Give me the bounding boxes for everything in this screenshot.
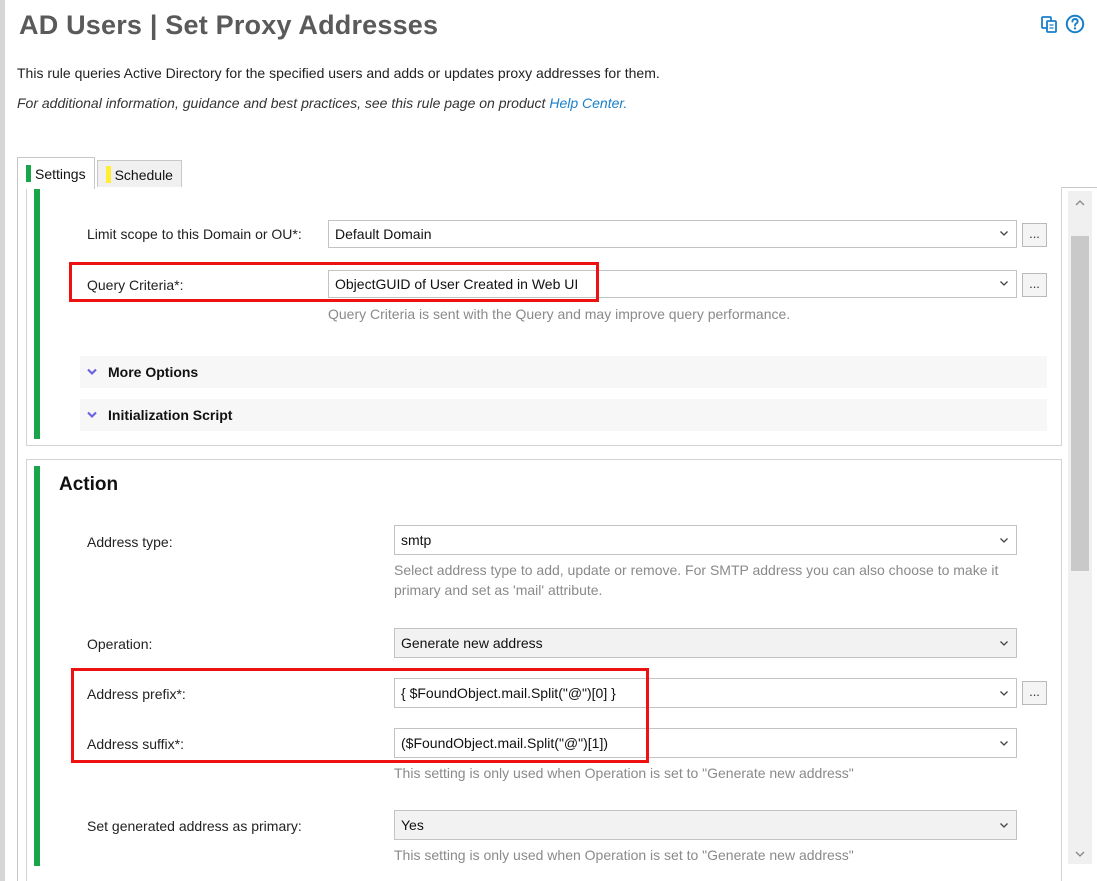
query-criteria-browse-button[interactable]: ... (1022, 273, 1047, 297)
scroll-down-icon[interactable] (1068, 844, 1092, 864)
address-type-label: Address type: (87, 534, 173, 550)
scroll-up-icon[interactable] (1068, 193, 1092, 213)
set-primary-hint: This setting is only used when Operation… (394, 847, 854, 863)
address-suffix-select[interactable]: ($FoundObject.mail.Split("@")[1]) (394, 728, 1017, 758)
limit-scope-select[interactable]: Default Domain (328, 220, 1017, 248)
rule-description: This rule queries Active Directory for t… (17, 65, 660, 81)
query-criteria-hint: Query Criteria is sent with the Query an… (328, 306, 791, 322)
set-primary-select[interactable]: Yes (394, 810, 1017, 840)
address-type-select[interactable]: smtp (394, 525, 1017, 555)
chevron-down-icon (1000, 823, 1008, 828)
chevron-down-icon (1000, 641, 1008, 646)
address-prefix-label: Address prefix*: (87, 686, 186, 702)
chevron-down-icon (1000, 741, 1008, 746)
set-primary-value: Yes (401, 817, 424, 833)
chevron-down-icon (87, 368, 97, 376)
set-primary-label: Set generated address as primary: (87, 818, 302, 834)
address-suffix-hint: This setting is only used when Operation… (394, 765, 854, 781)
tab-settings[interactable]: Settings (17, 157, 95, 189)
chevron-down-icon (1000, 538, 1008, 543)
address-prefix-browse-button[interactable]: ... (1022, 681, 1047, 705)
operation-select[interactable]: Generate new address (394, 628, 1017, 658)
help-icon[interactable] (1065, 14, 1085, 34)
address-type-value: smtp (401, 532, 432, 548)
address-suffix-value: ($FoundObject.mail.Split("@")[1]) (401, 735, 608, 751)
help-center-link[interactable]: Help Center. (549, 95, 627, 111)
limit-scope-label: Limit scope to this Domain or OU*: (87, 226, 302, 242)
vertical-scrollbar[interactable] (1068, 191, 1092, 864)
query-criteria-label: Query Criteria*: (87, 277, 184, 293)
section-accent-bar (34, 466, 40, 866)
limit-scope-value: Default Domain (335, 226, 432, 242)
copy-icon[interactable] (1039, 14, 1059, 34)
chevron-down-icon (1000, 691, 1008, 696)
chevron-down-icon (1000, 231, 1008, 236)
more-options-label: More Options (108, 364, 199, 380)
header-icons (1039, 14, 1085, 34)
help-description-text: For additional information, guidance and… (17, 95, 550, 111)
query-criteria-select[interactable]: ObjectGUID of User Created in Web UI (328, 270, 1017, 298)
tab-schedule-label: Schedule (114, 166, 173, 183)
action-section-title: Action (59, 474, 119, 495)
address-suffix-label: Address suffix*: (87, 736, 185, 752)
tab-schedule[interactable]: Schedule (96, 160, 182, 188)
initialization-script-expander[interactable]: Initialization Script (80, 399, 1047, 431)
schedule-status-marker (105, 166, 111, 183)
initialization-script-label: Initialization Script (108, 407, 233, 423)
address-prefix-select[interactable]: { $FoundObject.mail.Split("@")[0] } (394, 678, 1017, 708)
tab-bar: Settings Schedule (17, 157, 182, 189)
limit-scope-browse-button[interactable]: ... (1022, 223, 1047, 247)
page-title: AD Users | Set Proxy Addresses (19, 10, 439, 40)
scrollbar-thumb[interactable] (1071, 236, 1089, 571)
address-prefix-value: { $FoundObject.mail.Split("@")[0] } (401, 685, 616, 701)
more-options-expander[interactable]: More Options (80, 356, 1047, 388)
query-criteria-value: ObjectGUID of User Created in Web UI (335, 276, 579, 292)
operation-value: Generate new address (401, 635, 543, 651)
help-description: For additional information, guidance and… (17, 95, 627, 111)
chevron-down-icon (87, 411, 97, 419)
window-left-edge (0, 0, 5, 881)
chevron-down-icon (1000, 281, 1008, 286)
section-accent-bar (34, 187, 40, 439)
address-type-hint: Select address type to add, update or re… (394, 562, 999, 598)
tab-settings-label: Settings (35, 165, 86, 182)
settings-status-marker (26, 165, 31, 182)
operation-label: Operation: (87, 636, 153, 652)
